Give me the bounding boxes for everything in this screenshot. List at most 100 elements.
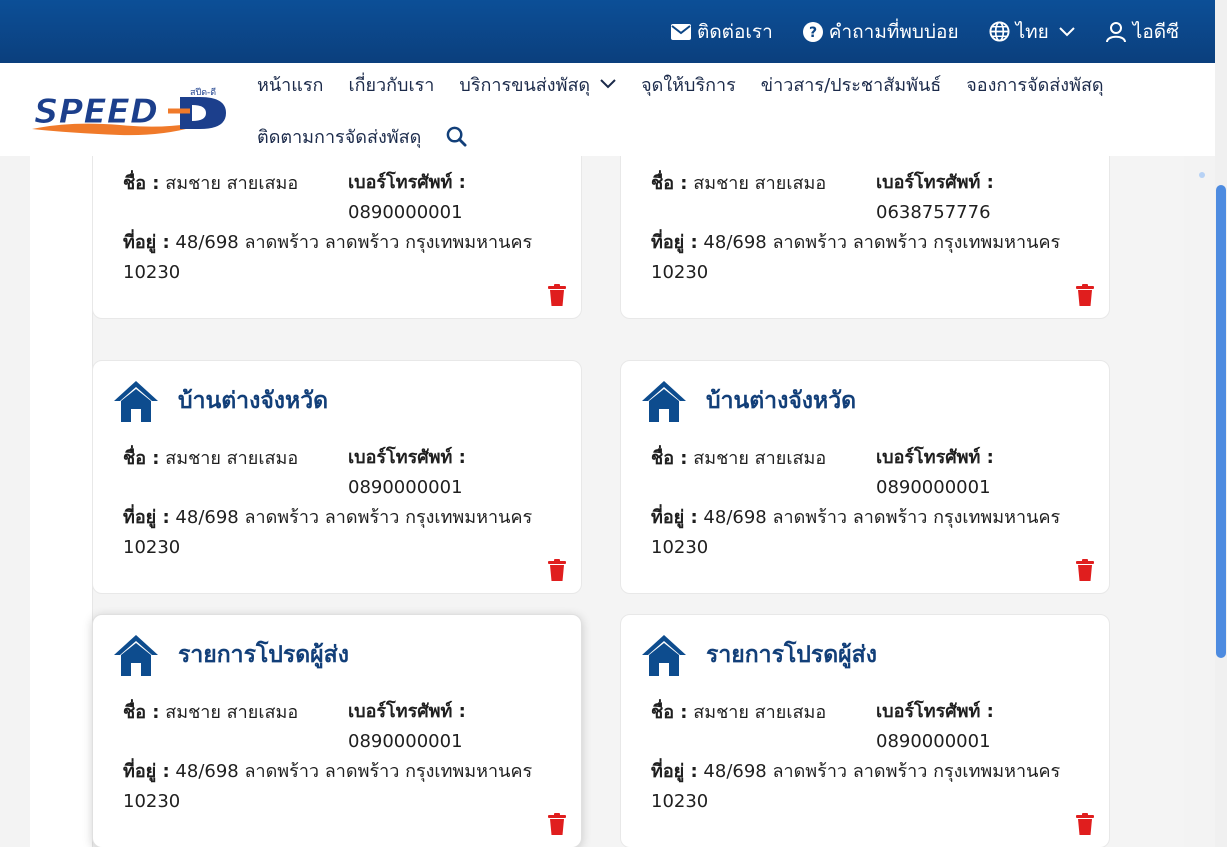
card-address: ที่อยู่ : 48/698 ลาดพร้าว ลาดพร้าว กรุงเ… bbox=[123, 228, 563, 288]
trash-icon[interactable] bbox=[1075, 559, 1095, 581]
phone-label: เบอร์โทรศัพท์ : bbox=[348, 172, 466, 193]
nav-booking[interactable]: จองการจัดส่งพัสดุ bbox=[966, 70, 1103, 99]
phone-value: 0638757776 bbox=[876, 202, 991, 223]
name-label: ชื่อ : bbox=[123, 173, 160, 194]
name-value: สมชาย สายเสมอ bbox=[165, 173, 299, 194]
nav-news[interactable]: ข่าวสาร/ประชาสัมพันธ์ bbox=[761, 70, 941, 99]
speed-d-logo[interactable]: SPEED สปีด-ดี bbox=[30, 85, 234, 137]
name-label: ชื่อ : bbox=[651, 448, 688, 469]
home-icon bbox=[642, 381, 686, 422]
nav-row-2: ติดตามการจัดส่งพัสดุ bbox=[257, 119, 467, 153]
language-select[interactable]: ไทย bbox=[989, 17, 1075, 47]
nav-home[interactable]: หน้าแรก bbox=[257, 70, 323, 99]
nav-news-label: ข่าวสาร/ประชาสัมพันธ์ bbox=[760, 74, 942, 96]
card-phone: เบอร์โทรศัพท์ : 0638757776 bbox=[876, 168, 994, 228]
question-icon: ? bbox=[802, 21, 823, 42]
faq-link[interactable]: ? คำถามที่พบบ่อย bbox=[802, 17, 959, 47]
address-value: 48/698 ลาดพร้าว ลาดพร้าว กรุงเทพมหานคร 1… bbox=[123, 507, 533, 558]
home-icon bbox=[114, 635, 158, 676]
address-card[interactable]: บ้านต่างจังหวัดชื่อ : สมชาย สายเสมอ เบอร์… bbox=[92, 360, 582, 594]
card-title: บ้านต่างจังหวัด bbox=[178, 388, 329, 414]
address-label: ที่อยู่ : bbox=[123, 507, 170, 528]
home-icon bbox=[642, 635, 686, 676]
nav-service-points[interactable]: จุดให้บริการ bbox=[641, 70, 736, 99]
contact-link[interactable]: ติดต่อเรา bbox=[670, 17, 773, 47]
name-value: สมชาย สายเสมอ bbox=[693, 448, 827, 469]
address-label: ที่อยู่ : bbox=[123, 232, 170, 253]
phone-label: เบอร์โทรศัพท์ : bbox=[348, 447, 466, 468]
nav-booking-label: จองการจัดส่งพัสดุ bbox=[966, 74, 1104, 96]
address-value: 48/698 ลาดพร้าว ลาดพร้าว กรุงเทพมหานคร 1… bbox=[651, 507, 1061, 558]
trash-icon[interactable] bbox=[1075, 284, 1095, 306]
user-icon bbox=[1105, 21, 1126, 42]
contact-label: ติดต่อเรา bbox=[696, 20, 773, 43]
phone-label: เบอร์โทรศัพท์ : bbox=[348, 701, 466, 722]
card-name: ชื่อ : สมชาย สายเสมอ bbox=[123, 697, 298, 726]
name-value: สมชาย สายเสมอ bbox=[693, 173, 827, 194]
card-address: ที่อยู่ : 48/698 ลาดพร้าว ลาดพร้าว กรุงเ… bbox=[651, 503, 1091, 563]
card-name: ชื่อ : สมชาย สายเสมอ bbox=[651, 443, 826, 472]
nav-service-points-label: จุดให้บริการ bbox=[641, 74, 736, 96]
trash-icon[interactable] bbox=[547, 284, 567, 306]
address-card[interactable]: รายการโปรดผู้ส่งชื่อ : สมชาย สายเสมอ เบอร… bbox=[620, 614, 1110, 847]
phone-label: เบอร์โทรศัพท์ : bbox=[876, 701, 994, 722]
card-title: บ้านต่างจังหวัด bbox=[706, 388, 857, 414]
name-label: ชื่อ : bbox=[123, 448, 160, 469]
logo-tag: สปีด-ดี bbox=[190, 87, 216, 98]
trash-icon[interactable] bbox=[1075, 813, 1095, 835]
card-name: ชื่อ : สมชาย สายเสมอ bbox=[651, 168, 826, 197]
address-value: 48/698 ลาดพร้าว ลาดพร้าว กรุงเทพมหานคร 1… bbox=[651, 232, 1061, 283]
card-title: รายการโปรดผู้ส่ง bbox=[706, 642, 877, 668]
top-bar: ติดต่อเรา ? คำถามที่พบบ่อย ไทย ไอดีซี bbox=[0, 0, 1215, 63]
name-value: สมชาย สายเสมอ bbox=[693, 702, 827, 723]
name-label: ชื่อ : bbox=[123, 702, 160, 723]
nav-tracking-label: ติดตามการจัดส่งพัสดุ bbox=[257, 126, 422, 148]
address-card[interactable]: บ้านต่างจังหวัดชื่อ : สมชาย สายเสมอ เบอร์… bbox=[620, 360, 1110, 594]
address-value: 48/698 ลาดพร้าว ลาดพร้าว กรุงเทพมหานคร 1… bbox=[123, 232, 533, 283]
nav-about-label: เกี่ยวกับเรา bbox=[348, 74, 435, 96]
phone-value: 0890000001 bbox=[348, 477, 463, 498]
language-label: ไทย bbox=[1015, 20, 1049, 43]
trash-icon[interactable] bbox=[547, 813, 567, 835]
phone-value: 0890000001 bbox=[876, 477, 991, 498]
card-address: ที่อยู่ : 48/698 ลาดพร้าว ลาดพร้าว กรุงเ… bbox=[123, 503, 563, 563]
main-navbar: SPEED สปีด-ดี หน้าแรก เกี่ยวกับเรา บริกา… bbox=[0, 63, 1215, 156]
card-address: ที่อยู่ : 48/698 ลาดพร้าว ลาดพร้าว กรุงเ… bbox=[123, 757, 563, 817]
card-name: ชื่อ : สมชาย สายเสมอ bbox=[651, 697, 826, 726]
address-label: ที่อยู่ : bbox=[651, 507, 698, 528]
phone-label: เบอร์โทรศัพท์ : bbox=[876, 447, 994, 468]
nav-about[interactable]: เกี่ยวกับเรา bbox=[348, 70, 434, 99]
faq-label: คำถามที่พบบ่อย bbox=[828, 20, 959, 43]
scrollbar-thumb[interactable] bbox=[1216, 185, 1226, 658]
card-title: รายการโปรดผู้ส่ง bbox=[178, 642, 349, 668]
user-label: ไอดีซี bbox=[1132, 20, 1179, 43]
name-value: สมชาย สายเสมอ bbox=[165, 448, 299, 469]
address-label: ที่อยู่ : bbox=[651, 232, 698, 253]
address-card[interactable]: รายการโปรดผู้ส่งชื่อ : สมชาย สายเสมอ เบอร… bbox=[92, 614, 582, 847]
mail-icon bbox=[670, 23, 691, 40]
search-icon[interactable] bbox=[446, 126, 467, 147]
card-phone: เบอร์โทรศัพท์ : 0890000001 bbox=[876, 443, 994, 503]
svg-text:SPEED: SPEED bbox=[34, 92, 158, 132]
card-phone: เบอร์โทรศัพท์ : 0890000001 bbox=[876, 697, 994, 757]
card-name: ชื่อ : สมชาย สายเสมอ bbox=[123, 168, 298, 197]
nav-home-label: หน้าแรก bbox=[257, 74, 324, 96]
card-phone: เบอร์โทรศัพท์ : 0890000001 bbox=[348, 697, 466, 757]
card-address: ที่อยู่ : 48/698 ลาดพร้าว ลาดพร้าว กรุงเ… bbox=[651, 228, 1091, 288]
user-menu[interactable]: ไอดีซี bbox=[1105, 17, 1179, 47]
address-value: 48/698 ลาดพร้าว ลาดพร้าว กรุงเทพมหานคร 1… bbox=[651, 761, 1061, 812]
name-value: สมชาย สายเสมอ bbox=[165, 702, 299, 723]
nav-services-label: บริการขนส่งพัสดุ bbox=[459, 74, 591, 96]
card-phone: เบอร์โทรศัพท์ : 0890000001 bbox=[348, 443, 466, 503]
nav-row-1: หน้าแรก เกี่ยวกับเรา บริการขนส่งพัสดุ จุ… bbox=[257, 67, 1129, 101]
trash-icon[interactable] bbox=[547, 559, 567, 581]
address-label: ที่อยู่ : bbox=[651, 761, 698, 782]
address-value: 48/698 ลาดพร้าว ลาดพร้าว กรุงเทพมหานคร 1… bbox=[123, 761, 533, 812]
name-label: ชื่อ : bbox=[651, 702, 688, 723]
phone-label: เบอร์โทรศัพท์ : bbox=[876, 172, 994, 193]
nav-services[interactable]: บริการขนส่งพัสดุ bbox=[459, 70, 616, 99]
phone-value: 0890000001 bbox=[348, 731, 463, 752]
nav-tracking[interactable]: ติดตามการจัดส่งพัสดุ bbox=[257, 122, 421, 151]
card-address: ที่อยู่ : 48/698 ลาดพร้าว ลาดพร้าว กรุงเ… bbox=[651, 757, 1091, 817]
phone-value: 0890000001 bbox=[876, 731, 991, 752]
